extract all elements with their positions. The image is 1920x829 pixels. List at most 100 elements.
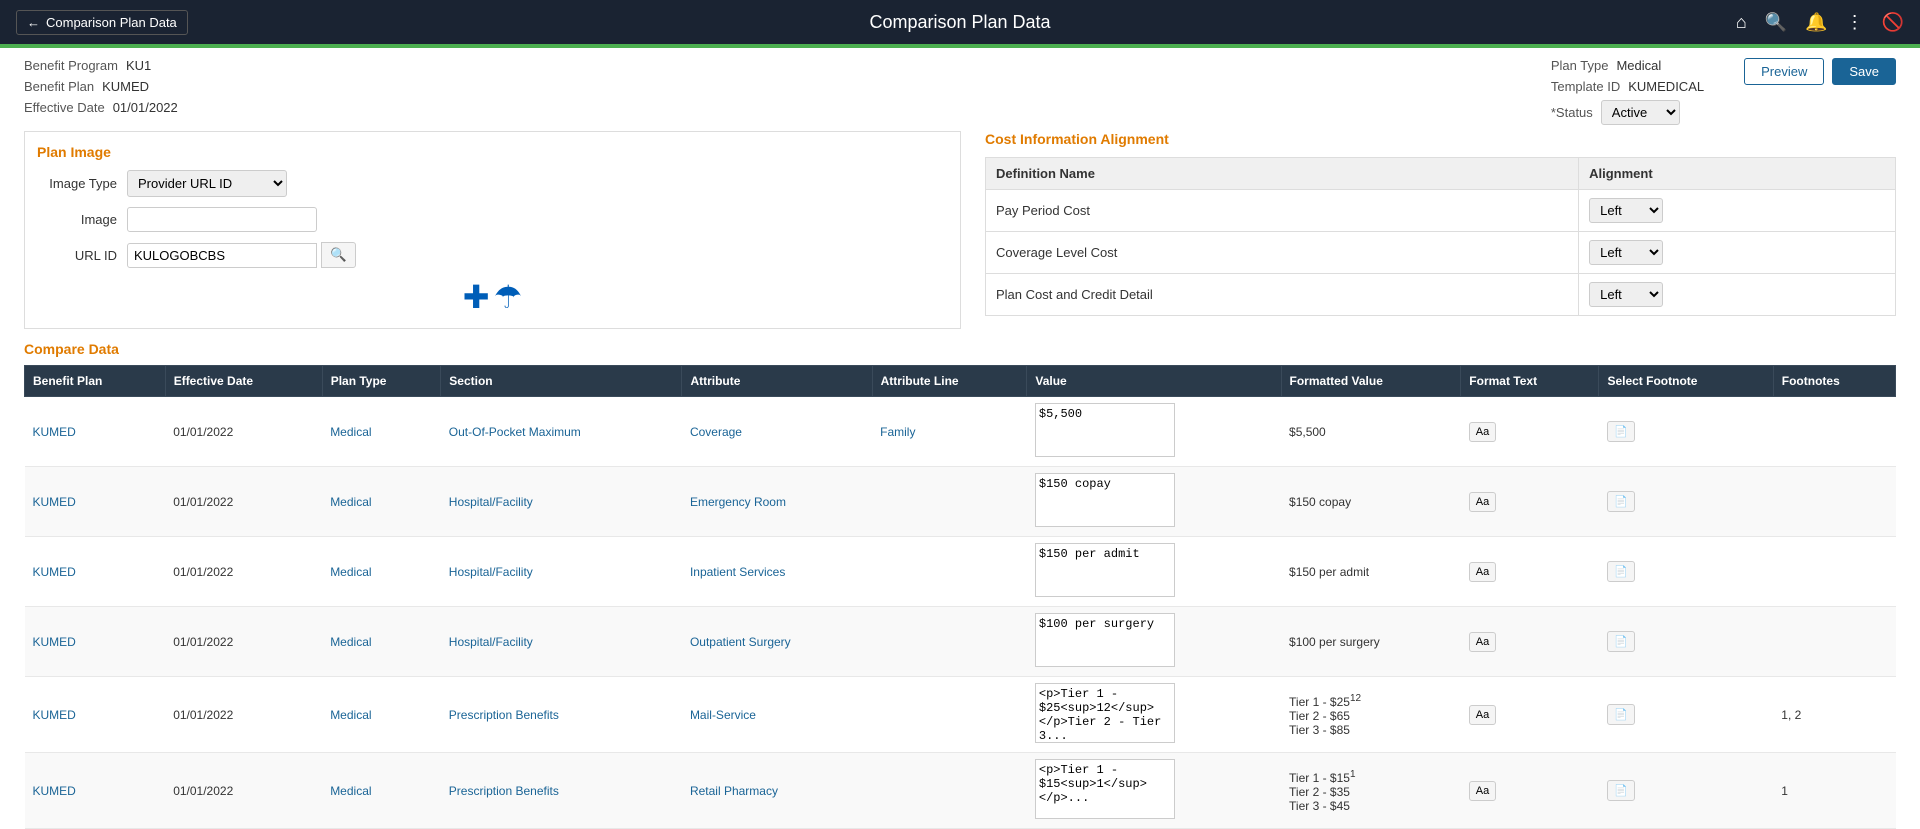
- cell-effective-date: 01/01/2022: [165, 607, 322, 677]
- align-select-1[interactable]: LeftCenterRight: [1589, 198, 1663, 223]
- cost-align-2: LeftCenterRight: [1579, 232, 1896, 274]
- back-arrow-icon: ←: [27, 15, 40, 30]
- cell-select-footnote: 📄: [1599, 677, 1773, 753]
- value-textarea-3[interactable]: $150 per admit: [1035, 543, 1175, 597]
- cost-def-1: Pay Period Cost: [986, 190, 1579, 232]
- select-footnote-button-5[interactable]: 📄: [1607, 704, 1635, 725]
- col-value: Value: [1027, 366, 1281, 397]
- cell-select-footnote: 📄: [1599, 607, 1773, 677]
- align-select-2[interactable]: LeftCenterRight: [1589, 240, 1663, 265]
- search-icon[interactable]: 🔍: [1765, 12, 1787, 33]
- cell-footnotes: [1773, 467, 1895, 537]
- cell-attribute: Coverage: [682, 397, 872, 467]
- image-input[interactable]: [127, 207, 317, 232]
- more-icon[interactable]: ⋮: [1846, 12, 1864, 33]
- cell-section: Hospital/Facility: [441, 537, 682, 607]
- cost-col-definition: Definition Name: [986, 158, 1579, 190]
- template-id-label: Template ID: [1551, 79, 1620, 94]
- cell-benefit-plan: KUMED: [25, 753, 166, 829]
- cost-align-1: LeftCenterRight: [1579, 190, 1896, 232]
- status-select[interactable]: Active Inactive: [1601, 100, 1680, 125]
- format-text-button-3[interactable]: Aa: [1469, 562, 1496, 582]
- back-button[interactable]: ← Comparison Plan Data: [16, 10, 188, 35]
- cell-attribute: Retail Pharmacy: [682, 753, 872, 829]
- header: ← Comparison Plan Data Comparison Plan D…: [0, 0, 1920, 44]
- image-type-label: Image Type: [37, 176, 117, 191]
- bell-icon[interactable]: 🔔: [1805, 12, 1827, 33]
- back-label: Comparison Plan Data: [46, 15, 177, 30]
- cost-row-3: Plan Cost and Credit Detail LeftCenterRi…: [986, 274, 1896, 316]
- url-id-input[interactable]: [127, 243, 317, 268]
- col-select-footnote: Select Footnote: [1599, 366, 1773, 397]
- align-select-3[interactable]: LeftCenterRight: [1589, 282, 1663, 307]
- compare-table: Benefit Plan Effective Date Plan Type Se…: [24, 365, 1896, 829]
- cell-formatted-value: Tier 1 - $2512 Tier 2 - $65 Tier 3 - $85: [1281, 677, 1461, 753]
- table-row: KUMED 01/01/2022 Medical Hospital/Facili…: [25, 607, 1896, 677]
- cell-formatted-value: $5,500: [1281, 397, 1461, 467]
- cell-effective-date: 01/01/2022: [165, 537, 322, 607]
- cell-plan-type: Medical: [322, 397, 441, 467]
- select-footnote-button-1[interactable]: 📄: [1607, 421, 1635, 442]
- cell-select-footnote: 📄: [1599, 467, 1773, 537]
- cost-row-2: Coverage Level Cost LeftCenterRight: [986, 232, 1896, 274]
- select-footnote-button-3[interactable]: 📄: [1607, 561, 1635, 582]
- cost-def-3: Plan Cost and Credit Detail: [986, 274, 1579, 316]
- cost-align-3: LeftCenterRight: [1579, 274, 1896, 316]
- benefit-plan-row: Benefit Plan KUMED: [24, 79, 178, 94]
- format-text-button-1[interactable]: Aa: [1469, 422, 1496, 442]
- select-footnote-button-6[interactable]: 📄: [1607, 780, 1635, 801]
- plan-image-title: Plan Image: [37, 144, 948, 160]
- cell-attribute: Emergency Room: [682, 467, 872, 537]
- block-icon[interactable]: 🚫: [1882, 12, 1904, 33]
- cost-info-section: Cost Information Alignment Definition Na…: [985, 131, 1896, 329]
- select-footnote-button-4[interactable]: 📄: [1607, 631, 1635, 652]
- value-textarea-6[interactable]: <p>Tier 1 - $15<sup>1</sup> </p>...: [1035, 759, 1175, 819]
- cell-benefit-plan: KUMED: [25, 677, 166, 753]
- url-id-search-button[interactable]: 🔍: [321, 242, 356, 268]
- value-textarea-4[interactable]: $100 per surgery: [1035, 613, 1175, 667]
- value-textarea-2[interactable]: $150 copay: [1035, 473, 1175, 527]
- status-row: *Status Active Inactive: [1551, 100, 1704, 125]
- table-row: KUMED 01/01/2022 Medical Out-Of-Pocket M…: [25, 397, 1896, 467]
- cell-format-text: Aa: [1461, 467, 1599, 537]
- format-text-button-6[interactable]: Aa: [1469, 781, 1496, 801]
- cell-attribute: Mail-Service: [682, 677, 872, 753]
- cell-section: Out-Of-Pocket Maximum: [441, 397, 682, 467]
- compare-section: Compare Data Benefit Plan Effective Date…: [0, 341, 1920, 829]
- col-formatted-value: Formatted Value: [1281, 366, 1461, 397]
- cell-plan-type: Medical: [322, 677, 441, 753]
- select-footnote-button-2[interactable]: 📄: [1607, 491, 1635, 512]
- cell-effective-date: 01/01/2022: [165, 467, 322, 537]
- format-text-button-4[interactable]: Aa: [1469, 632, 1496, 652]
- plan-type-row: Plan Type Medical: [1551, 58, 1704, 73]
- col-footnotes: Footnotes: [1773, 366, 1895, 397]
- cell-formatted-value: $100 per surgery: [1281, 607, 1461, 677]
- cell-plan-type: Medical: [322, 537, 441, 607]
- value-textarea-1[interactable]: $5,500: [1035, 403, 1175, 457]
- url-id-row: URL ID 🔍: [37, 242, 948, 268]
- cell-select-footnote: 📄: [1599, 753, 1773, 829]
- cell-attribute-line: [872, 467, 1027, 537]
- cell-section: Hospital/Facility: [441, 607, 682, 677]
- preview-button[interactable]: Preview: [1744, 58, 1824, 85]
- cell-section: Prescription Benefits: [441, 753, 682, 829]
- save-button[interactable]: Save: [1832, 58, 1896, 85]
- compare-table-header: Benefit Plan Effective Date Plan Type Se…: [25, 366, 1896, 397]
- home-icon[interactable]: ⌂: [1736, 12, 1747, 33]
- logo-area: ✚ ☂: [37, 278, 948, 316]
- cost-def-2: Coverage Level Cost: [986, 232, 1579, 274]
- cell-footnotes: [1773, 607, 1895, 677]
- value-textarea-5[interactable]: <p>Tier 1 - $25<sup>12</sup> </p>Tier 2 …: [1035, 683, 1175, 743]
- cell-format-text: Aa: [1461, 397, 1599, 467]
- cell-format-text: Aa: [1461, 677, 1599, 753]
- format-text-button-2[interactable]: Aa: [1469, 492, 1496, 512]
- benefit-program-label: Benefit Program: [24, 58, 118, 73]
- bcbs-shield-icon: ☂: [494, 278, 523, 316]
- format-text-button-5[interactable]: Aa: [1469, 705, 1496, 725]
- col-section: Section: [441, 366, 682, 397]
- middle-section: Plan Image Image Type Provider URL ID UR…: [0, 131, 1920, 341]
- image-type-row: Image Type Provider URL ID URL File: [37, 170, 948, 197]
- effective-date-row: Effective Date 01/01/2022: [24, 100, 178, 115]
- image-type-select[interactable]: Provider URL ID URL File: [127, 170, 287, 197]
- cost-row-1: Pay Period Cost LeftCenterRight: [986, 190, 1896, 232]
